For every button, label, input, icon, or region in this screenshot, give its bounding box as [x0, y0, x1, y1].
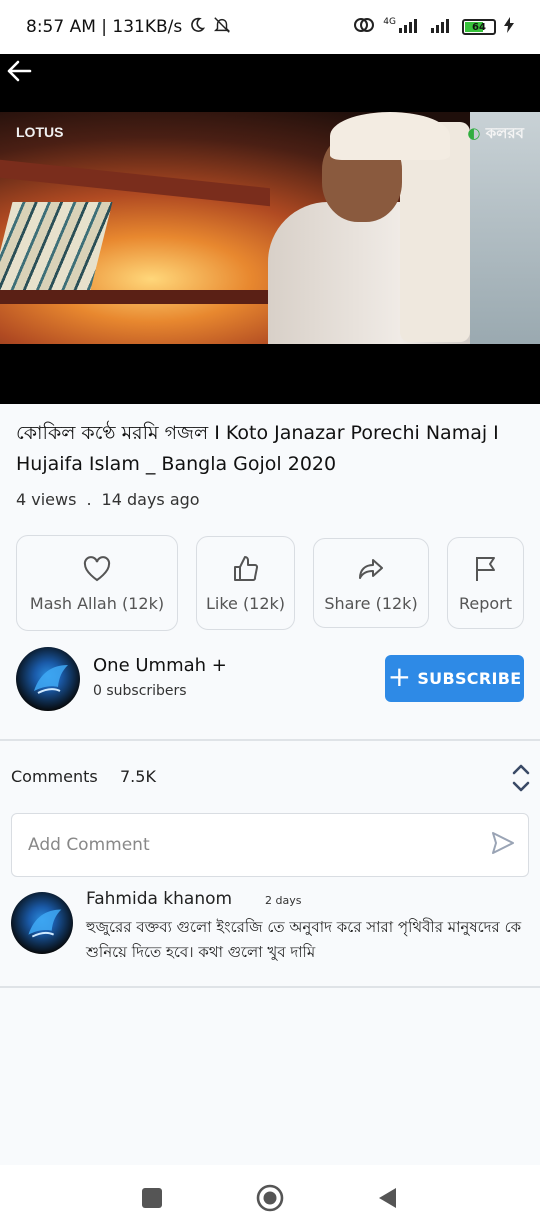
report-button[interactable]: Report — [447, 537, 524, 629]
like-label: Like (12k) — [205, 593, 286, 613]
channel-watermark-left: LOTUS — [16, 124, 64, 140]
subscribe-label: SUBSCRIBE — [417, 669, 522, 688]
meta-separator: . — [86, 490, 92, 509]
video-player[interactable]: LOTUS ◐ কলরব — [0, 54, 540, 404]
heart-icon — [83, 555, 111, 581]
signal-icon-2 — [430, 17, 454, 37]
battery-level: 64 — [472, 21, 486, 33]
channel-name[interactable]: One Ummah + — [93, 655, 227, 676]
comment-author-avatar[interactable] — [11, 892, 73, 954]
recent-apps-button[interactable] — [137, 1183, 167, 1213]
comments-count: 7.5K — [120, 767, 156, 786]
back-nav-button[interactable] — [372, 1183, 402, 1213]
add-comment-placeholder: Add Comment — [28, 835, 150, 855]
report-label: Report — [458, 593, 513, 613]
hotspot-icon — [353, 16, 375, 38]
back-button[interactable] — [4, 56, 34, 86]
square-icon — [142, 1188, 162, 1208]
thumbs-up-icon — [233, 555, 258, 581]
video-thumbnail[interactable]: LOTUS ◐ কলরব — [0, 112, 540, 344]
home-button[interactable] — [255, 1183, 285, 1213]
divider — [0, 986, 540, 988]
divider — [0, 739, 540, 741]
add-comment-input[interactable]: Add Comment — [11, 813, 529, 877]
comments-label: Comments — [11, 767, 98, 786]
channel-avatar[interactable] — [16, 647, 80, 711]
charging-icon — [504, 17, 514, 37]
muted-bell-icon — [212, 16, 232, 39]
share-arrow-icon — [359, 558, 383, 579]
video-meta: 4 views . 14 days ago — [16, 490, 200, 509]
status-time-speed: 8:57 AM | 131KB/s — [26, 17, 183, 37]
share-label: Share (12k) — [324, 593, 418, 613]
channel-subscriber-count: 0 subscribers — [93, 683, 187, 699]
share-button[interactable]: Share (12k) — [313, 538, 429, 628]
send-icon[interactable] — [490, 830, 516, 861]
subscribe-button[interactable]: + SUBSCRIBE — [385, 655, 524, 702]
circle-icon — [256, 1184, 284, 1212]
network-type: 4G — [383, 17, 396, 27]
mash-allah-label: Mash Allah (12k) — [29, 593, 165, 613]
triangle-back-icon — [379, 1188, 396, 1208]
video-title: কোকিল কণ্ঠে মরমি গজল I Koto Janazar Pore… — [16, 422, 499, 475]
flag-icon — [475, 556, 495, 581]
arrow-left-icon — [7, 60, 32, 82]
comment-text: হুজুরের বক্তব্য গুলো ইংরেজি তে অনুবাদ কর… — [86, 918, 522, 961]
channel-watermark-right: ◐ কলরব — [467, 124, 524, 142]
battery-icon: 64 — [462, 19, 496, 35]
expand-collapse-icon[interactable] — [510, 762, 532, 794]
status-bar: 8:57 AM | 131KB/s 4G 64 — [0, 0, 540, 54]
view-count: 4 views — [16, 490, 77, 509]
comment-time: 2 days — [265, 894, 302, 907]
signal-icon — [398, 17, 422, 37]
plus-icon: + — [387, 660, 412, 693]
like-button[interactable]: Like (12k) — [196, 536, 295, 630]
mash-allah-button[interactable]: Mash Allah (12k) — [16, 535, 178, 631]
upload-age: 14 days ago — [101, 490, 200, 509]
comment-author[interactable]: Fahmida khanom — [86, 889, 232, 909]
moon-icon — [188, 16, 206, 39]
